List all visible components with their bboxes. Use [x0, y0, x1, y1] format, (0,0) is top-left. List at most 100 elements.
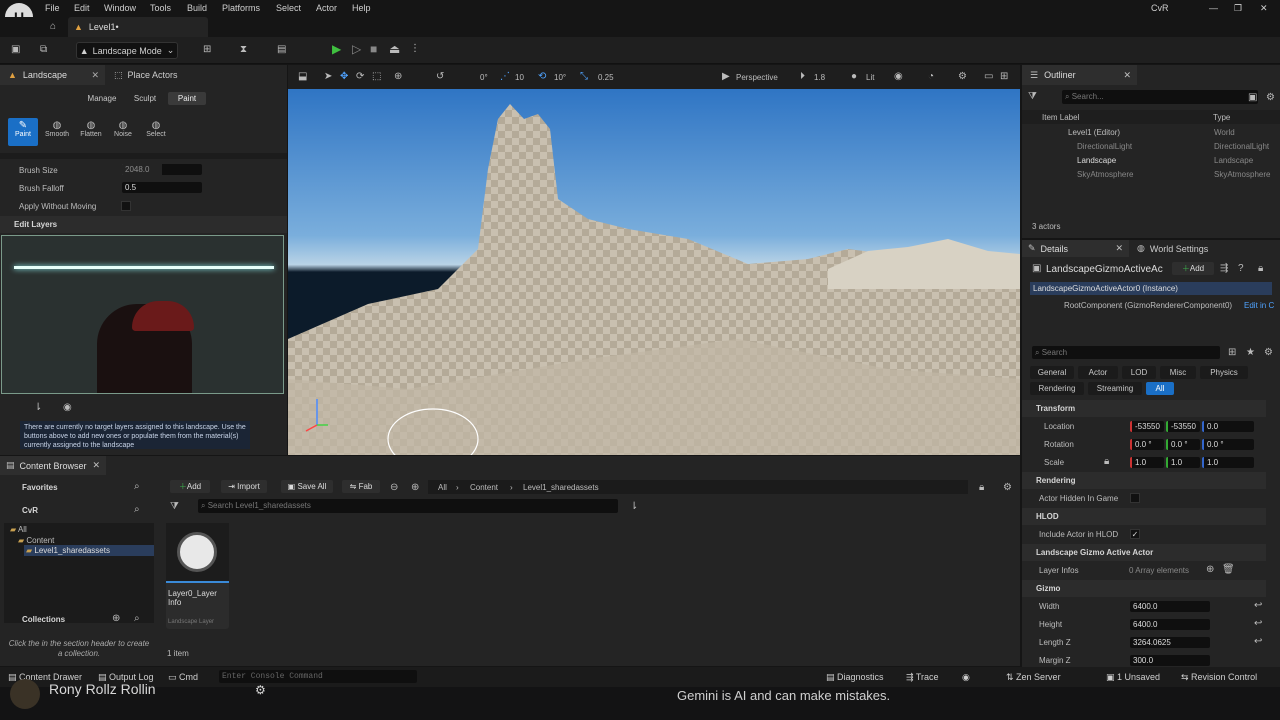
camera-speed-value[interactable]: 1.8	[814, 73, 825, 82]
layout-icon[interactable]: ▭	[984, 72, 993, 82]
outliner-search-input[interactable]: ⌕ Search...	[1062, 90, 1258, 104]
filter-actor[interactable]: Actor	[1078, 366, 1118, 379]
settings-icon[interactable]: ⚙	[1003, 483, 1012, 493]
tool-smooth[interactable]: ◍ Smooth	[42, 120, 72, 146]
reset-icon[interactable]: ↩	[1254, 637, 1262, 647]
tab-landscape[interactable]: ▲ Landscape ✕	[0, 65, 105, 85]
scale-snap-value[interactable]: 0.25	[598, 73, 614, 82]
home-icon[interactable]: ⌂	[50, 22, 56, 32]
scale-icon[interactable]: ⬚	[372, 72, 381, 82]
star-icon[interactable]: ★	[1246, 348, 1255, 358]
brush-size-field[interactable]: 2048.0	[122, 164, 202, 175]
play-icon[interactable]: ▶	[332, 43, 341, 55]
outliner-row[interactable]: Level1 (Editor) World	[1022, 126, 1280, 139]
menu-tools[interactable]: Tools	[150, 3, 171, 13]
tab-paint[interactable]: Paint	[168, 92, 206, 105]
tree-item-level1-sharedassets[interactable]: ▰ Level1_sharedassets	[24, 545, 154, 556]
rotation-label[interactable]: Rotation	[1044, 440, 1074, 449]
save-icon[interactable]: ▣	[11, 45, 20, 55]
filter-rendering[interactable]: Rendering	[1030, 382, 1084, 395]
back-icon[interactable]: ⊖	[390, 483, 398, 493]
brush-falloff-field[interactable]: 0.5	[122, 182, 202, 193]
surface-snap-icon[interactable]: ↺	[436, 72, 444, 82]
revision-control-button[interactable]: ⇆ Revision Control	[1181, 672, 1257, 683]
select-mode-icon[interactable]: ➤	[324, 72, 332, 82]
eye-icon[interactable]: ◉	[63, 403, 72, 413]
location-y-field[interactable]: -53550	[1166, 421, 1200, 432]
rotation-y-field[interactable]: 0.0 °	[1166, 439, 1200, 450]
grid-view-icon[interactable]: ⊞	[1228, 348, 1236, 358]
tab-place-actors[interactable]: ⬚ Place Actors	[108, 65, 208, 85]
stop-icon[interactable]: ■	[370, 43, 377, 55]
filter-physics[interactable]: Physics	[1200, 366, 1248, 379]
tab-details[interactable]: ✎ Details ✕	[1022, 240, 1129, 257]
rotation-snap-value[interactable]: 10°	[554, 73, 566, 82]
edit-layers-header[interactable]: Edit Layers	[0, 216, 287, 233]
breadcrumb-content[interactable]: Content	[470, 483, 498, 492]
trash-icon[interactable]: 🗑︎	[1222, 565, 1235, 575]
location-z-field[interactable]: 0.0	[1202, 421, 1254, 432]
scale-y-field[interactable]: 1.0	[1166, 457, 1200, 468]
sort-icon[interactable]: ⇂	[34, 403, 42, 413]
actor-hidden-checkbox[interactable]	[1130, 493, 1140, 503]
apply-without-moving-checkbox[interactable]	[121, 201, 131, 211]
translate-icon[interactable]: ✥	[340, 72, 348, 82]
save-all-button[interactable]: ▣ Save All	[281, 480, 333, 493]
height-field[interactable]: 6400.0	[1130, 619, 1210, 630]
transform-header[interactable]: Transform	[1022, 400, 1266, 417]
grid-snap-icon[interactable]: ⋰	[500, 72, 510, 82]
view-options-icon[interactable]: ⬓	[298, 72, 307, 82]
tool-noise[interactable]: ◍ Noise	[108, 120, 138, 146]
diagnostics-button[interactable]: ▤ Diagnostics	[826, 672, 884, 683]
lock-icon[interactable]: 🔒︎	[979, 483, 984, 493]
close-icon[interactable]: ✕	[92, 460, 100, 471]
angle-snap-value[interactable]: 0°	[480, 73, 488, 82]
menu-edit[interactable]: Edit	[74, 3, 90, 13]
import-button[interactable]: ⇥ Import	[221, 480, 267, 493]
scale-z-field[interactable]: 1.0	[1202, 457, 1254, 468]
perspective-dropdown[interactable]: Perspective	[736, 73, 778, 82]
rendering-header[interactable]: Rendering	[1022, 472, 1266, 489]
menu-platforms[interactable]: Platforms	[222, 3, 260, 13]
reset-icon[interactable]: ↩	[1254, 601, 1262, 611]
fab-button[interactable]: ⇋ Fab	[342, 480, 380, 493]
filter-streaming[interactable]: Streaming	[1088, 382, 1142, 395]
close-icon[interactable]: ✕	[91, 70, 99, 81]
add-component-button[interactable]: ＋Add	[1172, 262, 1214, 275]
cmd-dropdown[interactable]: ▭ Cmd	[168, 672, 198, 683]
lock-icon[interactable]: 🔒︎	[1104, 457, 1109, 467]
add-collection-icon[interactable]: ⊕	[112, 614, 120, 624]
menu-select[interactable]: Select	[276, 3, 301, 13]
gizmo-header[interactable]: Gizmo	[1022, 580, 1266, 597]
console-input[interactable]: Enter Console Command	[219, 670, 417, 683]
search-icon[interactable]: ⌕	[134, 505, 140, 515]
details-search-input[interactable]: ⌕ Search	[1032, 346, 1220, 359]
tab-sculpt[interactable]: Sculpt	[124, 92, 166, 105]
filter-icon[interactable]: ⧩	[170, 502, 179, 512]
filter-icon[interactable]: ⧩	[1028, 92, 1037, 102]
collections-header[interactable]: Collections	[8, 611, 154, 628]
rotation-snap-icon[interactable]: ⟲	[538, 72, 546, 82]
favorites-header[interactable]: Favorites	[8, 479, 154, 496]
col-item-label[interactable]: Item Label	[1042, 113, 1079, 122]
scale-x-field[interactable]: 1.0	[1130, 457, 1164, 468]
root-component[interactable]: RootComponent (GizmoRendererComponent0)	[1064, 301, 1232, 310]
tool-select[interactable]: ◍ Select	[141, 120, 171, 146]
record-icon[interactable]: ◉	[962, 672, 970, 683]
breadcrumb-all[interactable]: All	[438, 483, 447, 492]
maximize-viewport-icon[interactable]: ⊞	[1000, 72, 1008, 82]
level-tab[interactable]: ▲ Level1•	[68, 17, 208, 37]
lit-dropdown[interactable]: Lit	[866, 73, 874, 82]
gizmo-actor-header[interactable]: Landscape Gizmo Active Actor	[1022, 544, 1266, 561]
browse-icon[interactable]: ⧉	[40, 45, 47, 55]
performance-icon[interactable]: ◔	[928, 72, 934, 82]
tool-flatten[interactable]: ◍ Flatten	[76, 120, 106, 146]
grid-snap-value[interactable]: 10	[515, 73, 524, 82]
asset-tile[interactable]: Layer0_Layer Info Landscape Layer	[166, 523, 229, 629]
help-icon[interactable]: ?	[1238, 264, 1244, 274]
length-z-field[interactable]: 3264.0625	[1130, 637, 1210, 648]
component-instance-row[interactable]: LandscapeGizmoActiveActor0 (Instance)	[1030, 282, 1272, 295]
lock-icon[interactable]: 🔒︎	[1258, 264, 1263, 274]
maximize-icon[interactable]: ❐	[1234, 3, 1242, 14]
tree-item-content[interactable]: ▰ Content	[18, 536, 54, 545]
